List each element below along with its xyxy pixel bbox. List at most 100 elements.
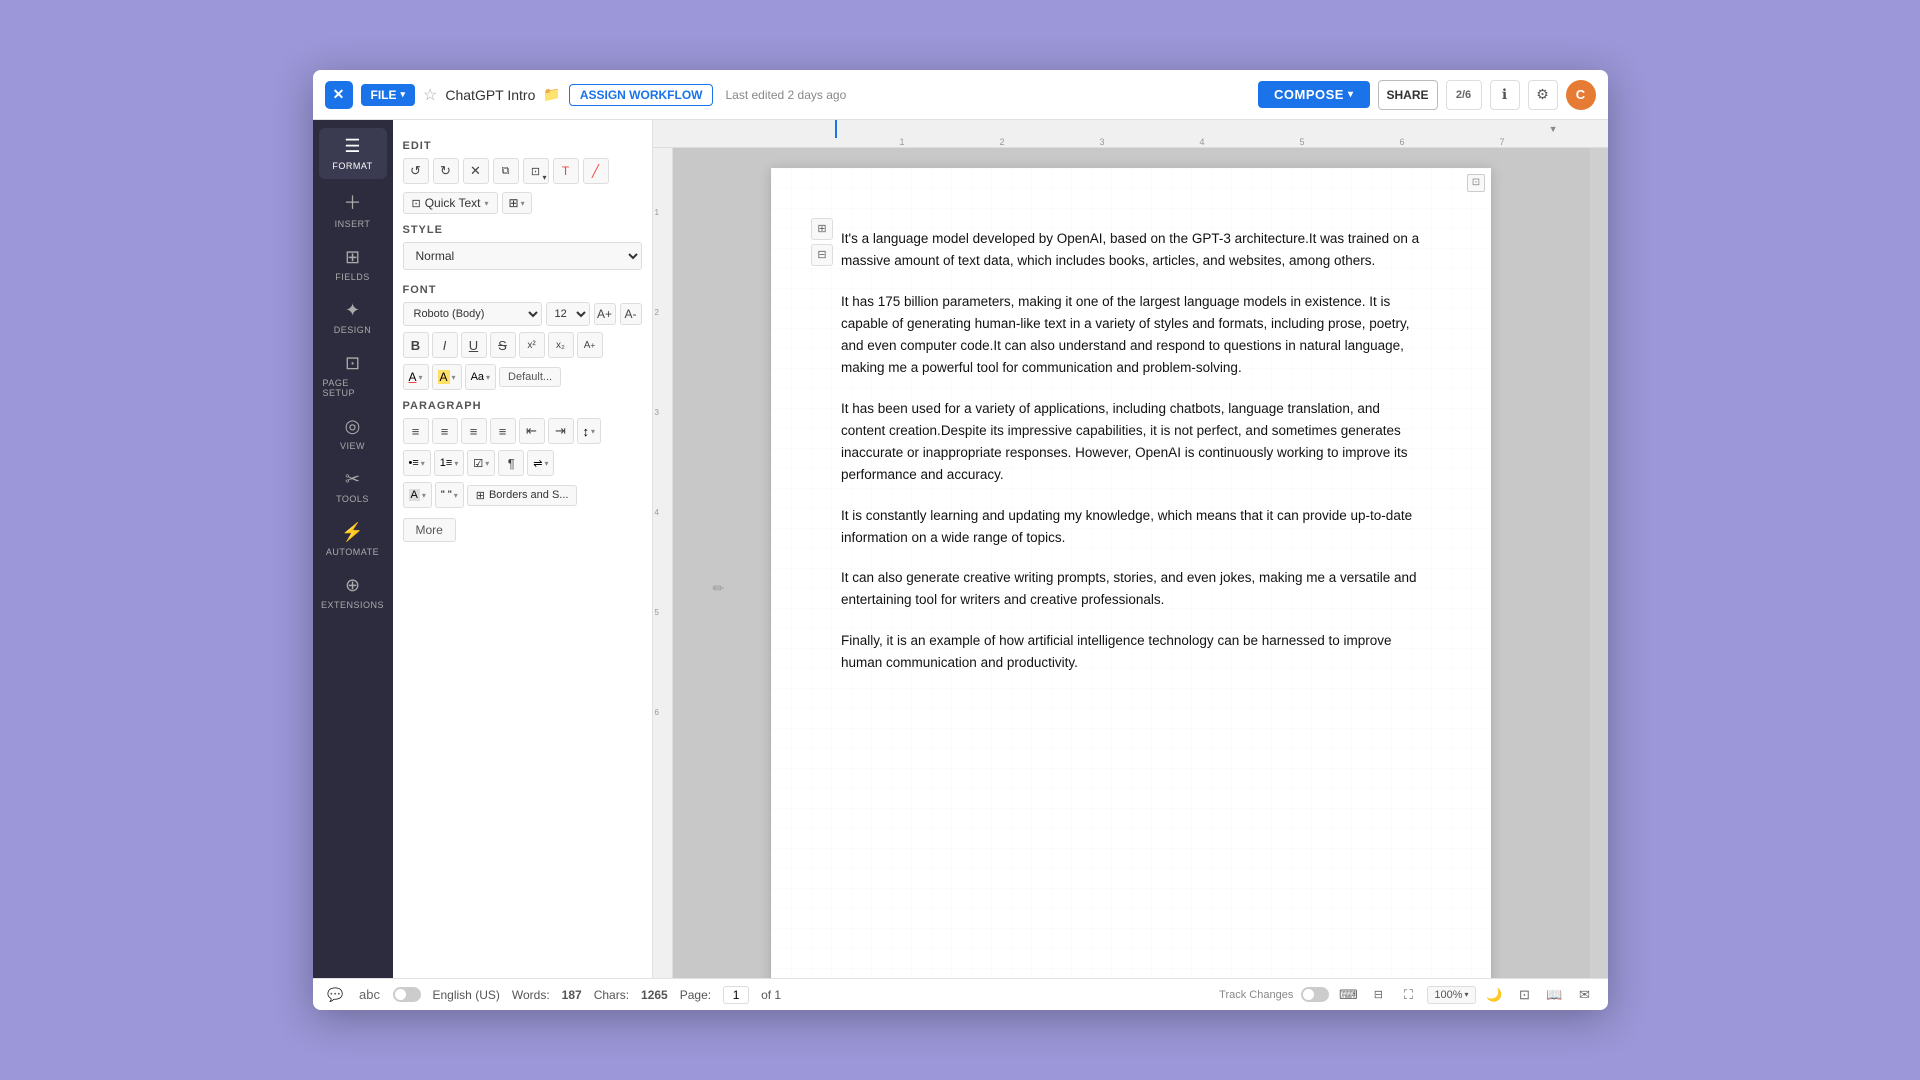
- language-label[interactable]: English (US): [433, 988, 500, 1002]
- grid-view-button[interactable]: ⊞ ▾: [502, 192, 532, 214]
- line-spacing-button[interactable]: ↕▾: [577, 418, 602, 444]
- font-size-increase-button[interactable]: A+: [594, 303, 616, 325]
- settings-button[interactable]: ⚙: [1528, 80, 1558, 110]
- table-icon-btn[interactable]: ⊞: [811, 218, 833, 240]
- fullscreen-icon[interactable]: ⛶: [1397, 984, 1419, 1006]
- chars-count: 1265: [641, 988, 668, 1002]
- indent-increase-button[interactable]: ⇥: [548, 418, 574, 444]
- quick-text-button[interactable]: ⊡ Quick Text ▾: [403, 192, 498, 214]
- reading-mode-icon[interactable]: 📖: [1544, 984, 1566, 1006]
- quote-button[interactable]: " " ▾: [435, 482, 464, 508]
- column-icon-btn[interactable]: ⊟: [811, 244, 833, 266]
- sidebar-item-tools[interactable]: ✂ TOOLS: [319, 461, 387, 512]
- more-button[interactable]: More: [403, 518, 456, 542]
- subscript-button[interactable]: x₂: [548, 332, 574, 358]
- font-family-select[interactable]: Roboto (Body) Arial Times New Roman: [403, 302, 542, 326]
- align-left-button[interactable]: ≡: [403, 418, 429, 444]
- cut-button[interactable]: ✕: [463, 158, 489, 184]
- comment-icon[interactable]: 💬: [325, 984, 347, 1006]
- sidebar-item-insert[interactable]: ＋ INSERT: [319, 181, 387, 237]
- font-size-select[interactable]: 12 10 14 16 18: [546, 302, 590, 326]
- star-icon[interactable]: ☆: [423, 85, 437, 105]
- undo-button[interactable]: ↺: [403, 158, 429, 184]
- italic-button[interactable]: I: [432, 332, 458, 358]
- doc-area: ▼ 1 2 3 4 5 6 7 1 2: [653, 120, 1608, 978]
- page-setup-icon: ⊡: [345, 353, 360, 374]
- clear-format-button[interactable]: T: [553, 158, 579, 184]
- copy-button[interactable]: ⧉: [493, 158, 519, 184]
- bullets-button[interactable]: •≡▾: [403, 450, 431, 476]
- fields-icon: ⊞: [345, 247, 360, 268]
- text-direction-button[interactable]: ⇌▾: [527, 450, 554, 476]
- align-justify-button[interactable]: ≡: [490, 418, 516, 444]
- paste-btn[interactable]: ⊡▾: [523, 158, 549, 184]
- avatar[interactable]: C: [1566, 80, 1596, 110]
- document-scroll[interactable]: ⊡ ⊞ ⊟ It's a language model developed by…: [673, 148, 1590, 978]
- quick-text-toolbar: ⊡ Quick Text ▾ ⊞ ▾: [403, 192, 642, 214]
- automate-icon: ⚡: [341, 522, 363, 543]
- close-button[interactable]: ✕: [325, 81, 353, 109]
- sidebar-item-format[interactable]: ☰ FORMAT: [319, 128, 387, 179]
- zoom-button[interactable]: 100% ▾: [1427, 986, 1475, 1004]
- superscript-button[interactable]: x²: [519, 332, 545, 358]
- moon-icon[interactable]: 🌙: [1484, 984, 1506, 1006]
- shading-row: A ▾ " " ▾ ⊞ Borders and S...: [403, 482, 642, 508]
- indent-decrease-button[interactable]: ⇤: [519, 418, 545, 444]
- statusbar-right: Track Changes ⌨ ⊟ ⛶ 100% ▾ 🌙 ⊡ 📖 ✉: [1219, 984, 1595, 1006]
- sidebar-item-view[interactable]: ◎ VIEW: [319, 408, 387, 459]
- list-row: •≡▾ 1≡▾ ☑▾ ¶ ⇌▾: [403, 450, 642, 476]
- checklist-button[interactable]: ☑▾: [467, 450, 495, 476]
- style-select[interactable]: Normal Heading 1 Heading 2: [403, 242, 642, 270]
- folder-icon[interactable]: 📁: [543, 86, 560, 103]
- file-menu-button[interactable]: FILE ▾: [361, 84, 416, 106]
- default-button[interactable]: Default...: [499, 367, 561, 387]
- strikethrough-button[interactable]: S: [490, 332, 516, 358]
- borders-button[interactable]: ⊞ Borders and S...: [467, 485, 578, 506]
- case-button[interactable]: Aa ▾: [465, 364, 496, 390]
- page-layout-icon[interactable]: ⊡: [1514, 984, 1536, 1006]
- assign-workflow-button[interactable]: ASSIGN WORKFLOW: [569, 84, 714, 106]
- tools-icon: ✂: [345, 469, 360, 490]
- highlight-pen-button[interactable]: ╱: [583, 158, 609, 184]
- text-format-row: B I U S x² x₂ A+: [403, 332, 642, 358]
- sidebar-item-page-setup[interactable]: ⊡ PAGE SETUP: [319, 345, 387, 406]
- ai-badge[interactable]: 2/6: [1446, 80, 1482, 110]
- align-right-button[interactable]: ≡: [461, 418, 487, 444]
- numbering-button[interactable]: 1≡▾: [434, 450, 465, 476]
- track-changes-toggle[interactable]: [393, 987, 421, 1002]
- compose-button[interactable]: COMPOSE ▾: [1258, 81, 1370, 108]
- info-button[interactable]: ℹ: [1490, 80, 1520, 110]
- sidebar-item-extensions[interactable]: ⊕ EXTENSIONS: [319, 567, 387, 618]
- titlebar-right: COMPOSE ▾ SHARE 2/6 ℹ ⚙ C: [1258, 80, 1596, 110]
- highlight-color-button[interactable]: A ▾: [432, 364, 462, 390]
- text-color-button[interactable]: A ▾: [403, 364, 429, 390]
- share-button[interactable]: SHARE: [1378, 80, 1438, 110]
- right-gutter: [1590, 148, 1608, 978]
- edit-toolbar: ↺ ↻ ✕ ⧉ ⊡▾ T ╱: [403, 158, 642, 184]
- page-number-input[interactable]: [723, 986, 749, 1004]
- underline-button[interactable]: U: [461, 332, 487, 358]
- style-section-title: STYLE: [403, 224, 642, 236]
- spell-check-icon[interactable]: abc: [359, 984, 381, 1006]
- align-center-button[interactable]: ≡: [432, 418, 458, 444]
- font-size-decrease-button[interactable]: A-: [620, 303, 642, 325]
- left-sidebar: ☰ FORMAT ＋ INSERT ⊞ FIELDS ✦ DESIGN ⊡ PA…: [313, 120, 393, 978]
- bold-button[interactable]: B: [403, 332, 429, 358]
- keyboard-icon[interactable]: ⌨: [1337, 984, 1359, 1006]
- more-font-button[interactable]: A+: [577, 332, 603, 358]
- ruler-inner: ▼ 1 2 3 4 5 6 7: [705, 120, 1608, 147]
- track-changes-switch[interactable]: [1301, 987, 1329, 1002]
- titlebar: ✕ FILE ▾ ☆ ChatGPT Intro 📁 ASSIGN WORKFL…: [313, 70, 1608, 120]
- paragraph-mark-button[interactable]: ¶: [498, 450, 524, 476]
- sidebar-item-automate[interactable]: ⚡ AUTOMATE: [319, 514, 387, 565]
- mail-icon[interactable]: ✉: [1574, 984, 1596, 1006]
- paragraph-1: It's a language model developed by OpenA…: [841, 228, 1421, 273]
- page-icons: ⊞ ⊟: [811, 218, 833, 266]
- expand-icon[interactable]: ⊡: [1467, 174, 1485, 192]
- redo-button[interactable]: ↻: [433, 158, 459, 184]
- sidebar-item-fields[interactable]: ⊞ FIELDS: [319, 239, 387, 290]
- pencil-icon[interactable]: ✏: [713, 580, 725, 597]
- shading-button[interactable]: A ▾: [403, 482, 432, 508]
- sidebar-item-design[interactable]: ✦ DESIGN: [319, 292, 387, 343]
- columns-view-icon[interactable]: ⊟: [1367, 984, 1389, 1006]
